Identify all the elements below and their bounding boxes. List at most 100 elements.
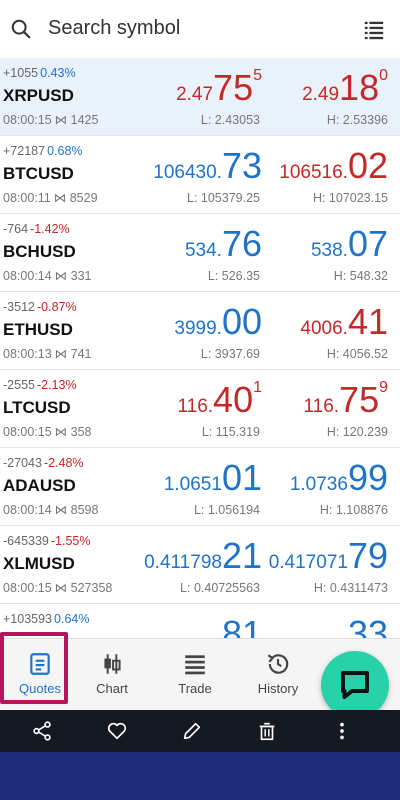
tab-history[interactable]: History <box>238 639 318 711</box>
quote-meta: 08:00:14 ⋈ 331 <box>3 268 92 283</box>
daily-change: +1055 0.43% <box>3 66 76 80</box>
price-pips: 76 <box>221 223 262 264</box>
symbol-name: ETHUSD <box>3 320 73 339</box>
bid-price[interactable]: 106430.73 <box>153 148 262 184</box>
price-pips: 21 <box>221 535 262 576</box>
spread-value: 8598 <box>70 503 99 517</box>
bid-price[interactable]: 2.47755 <box>176 68 262 106</box>
search-bar[interactable]: Search symbol <box>0 0 400 58</box>
search-input[interactable]: Search symbol <box>48 17 180 40</box>
low-price: L: 2.43053 <box>200 113 260 127</box>
spread-icon: ⋈ <box>54 581 68 595</box>
tab-label: Chart <box>96 681 128 696</box>
price-prefix: 0.417071 <box>268 552 348 573</box>
change-points: +103593 <box>3 612 53 626</box>
change-points: +1055 <box>3 66 39 80</box>
system-navigation-bar <box>0 752 400 800</box>
spread-value: 527358 <box>70 581 113 595</box>
spread-icon: ⋈ <box>54 503 68 517</box>
trash-icon[interactable] <box>256 720 278 742</box>
daily-change: -3512 -0.87% <box>3 300 77 314</box>
price-pips: 41 <box>347 301 388 342</box>
tab-label: Trade <box>178 681 212 696</box>
ask-price[interactable]: 33 <box>347 613 388 639</box>
symbol-name: BTCUSD <box>3 164 74 183</box>
list-view-icon[interactable] <box>363 19 385 41</box>
spread-icon: ⋈ <box>54 113 68 127</box>
quotes-screen: Search symbol +1055 0.43% XRPUSD 08:00:15… <box>0 0 400 800</box>
search-icon[interactable] <box>10 18 32 40</box>
low-price: L: 3937.69 <box>200 347 260 361</box>
quote-row[interactable]: -2555 -2.13% LTCUSD 08:00:15 ⋈ 358 116.401… <box>0 370 400 448</box>
high-price: H: 548.32 <box>333 269 388 283</box>
price-fraction: 0 <box>379 67 388 84</box>
price-prefix: 106516. <box>279 162 348 183</box>
price-pips: 33 <box>347 613 388 639</box>
ask-price[interactable]: 538.07 <box>311 226 388 262</box>
ask-price[interactable]: 1.073699 <box>290 460 388 496</box>
change-percent: -0.87% <box>36 300 77 314</box>
spread-icon: ⋈ <box>54 347 68 361</box>
price-pips: 73 <box>221 145 262 186</box>
quote-time: 08:00:14 <box>3 269 52 283</box>
price-prefix: 3999. <box>174 318 222 339</box>
quote-meta: 08:00:14 ⋈ 8598 <box>3 502 98 517</box>
high-price: H: 4056.52 <box>326 347 388 361</box>
high-price: H: 0.4311473 <box>313 581 388 595</box>
pencil-icon[interactable] <box>181 720 203 742</box>
bid-price[interactable]: 81 <box>222 616 262 639</box>
ask-price[interactable]: 116.759 <box>303 380 388 418</box>
low-price: L: 1.056194 <box>193 503 260 517</box>
quote-meta: 08:00:15 ⋈ 358 <box>3 424 92 439</box>
symbol-name: XLMUSD <box>3 554 75 573</box>
daily-change: +72187 0.68% <box>3 144 83 158</box>
daily-change: -645339 -1.55% <box>3 534 90 548</box>
symbol-name: BCHUSD <box>3 242 76 261</box>
high-price: H: 107023.15 <box>312 191 388 205</box>
price-pips: 18 <box>339 67 380 108</box>
quote-row[interactable]: -645339 -1.55% XLMUSD 08:00:15 ⋈ 527358 0.… <box>0 526 400 604</box>
price-prefix: 4006. <box>300 318 348 339</box>
price-prefix: 116. <box>177 396 214 417</box>
more-vertical-icon[interactable] <box>331 720 353 742</box>
ask-price[interactable]: 4006.41 <box>300 304 388 340</box>
price-prefix: 0.411798 <box>144 552 222 573</box>
bid-price[interactable]: 0.41179821 <box>144 538 262 574</box>
spread-value: 358 <box>70 425 92 439</box>
daily-change: -2555 -2.13% <box>3 378 77 392</box>
quote-meta: 08:00:13 ⋈ 741 <box>3 346 92 361</box>
share-icon[interactable] <box>31 720 53 742</box>
quote-row[interactable]: +72187 0.68% BTCUSD 08:00:11 ⋈ 8529 106430… <box>0 136 400 214</box>
quote-time: 08:00:15 <box>3 113 52 127</box>
daily-change: +103593 0.64% <box>3 612 89 626</box>
spread-value: 331 <box>70 269 92 283</box>
chat-icon <box>341 671 369 699</box>
change-percent: -2.48% <box>43 456 84 470</box>
change-points: -764 <box>3 222 29 236</box>
quote-row[interactable]: -764 -1.42% BCHUSD 08:00:14 ⋈ 331 534.76 5… <box>0 214 400 292</box>
bid-price[interactable]: 1.065101 <box>164 460 262 496</box>
bid-price[interactable]: 3999.00 <box>174 304 262 340</box>
change-points: -27043 <box>3 456 42 470</box>
tab-label: History <box>257 681 299 696</box>
bid-price[interactable]: 534.76 <box>185 226 262 262</box>
tab-trade[interactable]: Trade <box>155 639 235 711</box>
quote-row[interactable]: -3512 -0.87% ETHUSD 08:00:13 ⋈ 741 3999.00… <box>0 292 400 370</box>
spread-value: 8529 <box>69 191 98 205</box>
ask-price[interactable]: 2.49180 <box>302 67 388 108</box>
price-pips: 07 <box>347 223 388 264</box>
symbol-name: LTCUSD <box>3 398 71 417</box>
heart-icon[interactable] <box>106 720 128 742</box>
quote-row[interactable]: +1055 0.43% XRPUSD 08:00:15 ⋈ 1425 2.47755… <box>0 58 400 136</box>
ask-price[interactable]: 106516.02 <box>279 148 388 184</box>
quote-meta: 08:00:15 ⋈ 1425 <box>3 112 98 127</box>
bid-price[interactable]: 116.401 <box>177 380 262 418</box>
tab-chart[interactable]: Chart <box>72 639 152 711</box>
ask-price[interactable]: 0.41707179 <box>269 538 388 574</box>
quote-row[interactable]: -27043 -2.48% ADAUSD 08:00:14 ⋈ 8598 1.065… <box>0 448 400 526</box>
quote-time: 08:00:11 <box>3 191 51 205</box>
price-pips: 99 <box>347 457 388 498</box>
change-percent: -1.42% <box>30 222 70 236</box>
price-prefix: 116. <box>303 396 340 417</box>
chat-button[interactable] <box>321 651 389 719</box>
